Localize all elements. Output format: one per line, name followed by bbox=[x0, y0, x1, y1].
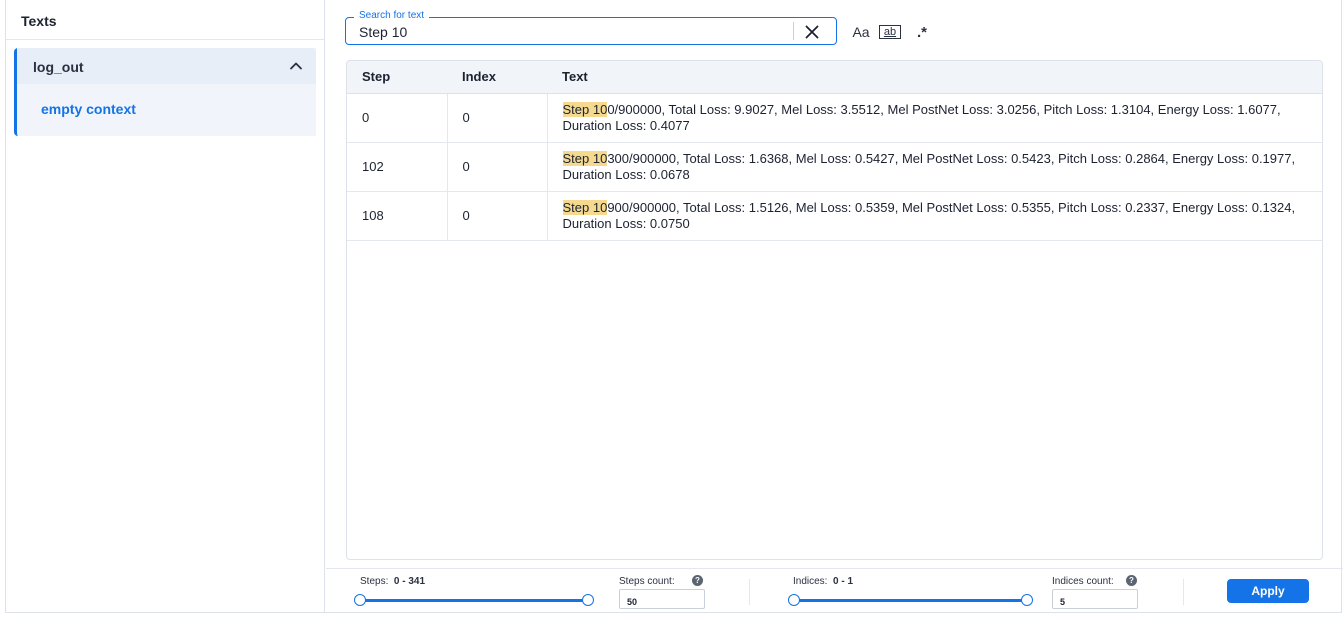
indices-range-value: 0 - 1 bbox=[833, 576, 854, 587]
cell-step: 102 bbox=[347, 142, 448, 192]
cell-step: 0 bbox=[347, 93, 448, 143]
table-row: 102 0 Step 10300/900000, Total Loss: 1.6… bbox=[347, 142, 1322, 192]
controls-footer: Steps: 0 - 341 Steps count: ? Indices: 0… bbox=[326, 568, 1343, 612]
slider-thumb-max[interactable] bbox=[582, 594, 594, 606]
cell-index: 0 bbox=[447, 142, 548, 192]
slider-track bbox=[359, 599, 589, 602]
main-panel: Search for text Aa ab .* Step Index Text bbox=[326, 0, 1343, 612]
cell-index: 0 bbox=[447, 191, 548, 241]
steps-range-value: 0 - 341 bbox=[393, 576, 426, 587]
steps-range-slider[interactable] bbox=[354, 594, 594, 606]
slider-track bbox=[793, 599, 1028, 602]
chevron-up-icon[interactable] bbox=[289, 59, 303, 73]
cell-text-rest: 900/900000, Total Loss: 1.5126, Mel Loss… bbox=[562, 199, 1296, 231]
search-input[interactable] bbox=[359, 24, 779, 40]
steps-count-input[interactable] bbox=[619, 589, 705, 609]
table-header-row: Step Index Text bbox=[347, 61, 1322, 94]
cell-text-rest: 300/900000, Total Loss: 1.6368, Mel Loss… bbox=[562, 150, 1296, 182]
table-row: 0 0 Step 100/900000, Total Loss: 9.9027,… bbox=[347, 93, 1322, 143]
divider bbox=[749, 579, 750, 605]
search-highlight: Step 10 bbox=[562, 150, 608, 166]
help-icon[interactable]: ? bbox=[692, 575, 703, 586]
steps-count-label: Steps count: bbox=[619, 576, 675, 587]
cell-text-rest: 0/900000, Total Loss: 9.9027, Mel Loss: … bbox=[562, 101, 1281, 133]
search-highlight: Step 10 bbox=[562, 101, 608, 117]
indices-count-input[interactable] bbox=[1052, 589, 1138, 609]
group-label: log_out bbox=[33, 59, 84, 75]
regex-toggle[interactable]: .* bbox=[911, 21, 933, 43]
slider-thumb-min[interactable] bbox=[354, 594, 366, 606]
group-header[interactable]: log_out bbox=[17, 48, 316, 84]
steps-label-text: Steps: bbox=[360, 576, 389, 587]
slider-thumb-min[interactable] bbox=[788, 594, 800, 606]
apply-button[interactable]: Apply bbox=[1227, 579, 1309, 603]
sidebar-group-log-out: log_out empty context bbox=[14, 48, 316, 136]
match-word-toggle[interactable]: ab bbox=[879, 25, 901, 39]
match-case-toggle[interactable]: Aa bbox=[851, 21, 871, 43]
search-highlight: Step 10 bbox=[562, 199, 608, 215]
indices-range-label: Indices: 0 - 1 bbox=[793, 576, 853, 587]
search-divider bbox=[793, 22, 794, 40]
steps-range-label: Steps: 0 - 341 bbox=[360, 576, 425, 587]
divider bbox=[1183, 579, 1184, 605]
cell-text: Step 10300/900000, Total Loss: 1.6368, M… bbox=[547, 142, 1322, 192]
sidebar-item-empty-context[interactable]: empty context bbox=[17, 84, 316, 117]
indices-label-text: Indices: bbox=[793, 576, 828, 587]
close-icon[interactable] bbox=[802, 22, 822, 42]
column-header-step[interactable]: Step bbox=[347, 61, 447, 94]
sidebar: Texts log_out empty context bbox=[6, 0, 325, 612]
cell-text: Step 10900/900000, Total Loss: 1.5126, M… bbox=[547, 191, 1322, 241]
help-icon[interactable]: ? bbox=[1126, 575, 1137, 586]
slider-thumb-max[interactable] bbox=[1021, 594, 1033, 606]
app-frame: Texts log_out empty context Search for t… bbox=[5, 0, 1343, 613]
cell-text: Step 100/900000, Total Loss: 9.9027, Mel… bbox=[547, 93, 1322, 143]
column-header-index[interactable]: Index bbox=[447, 61, 547, 94]
table-row: 108 0 Step 10900/900000, Total Loss: 1.5… bbox=[347, 191, 1322, 241]
column-header-text[interactable]: Text bbox=[547, 61, 1322, 94]
sidebar-title: Texts bbox=[6, 0, 324, 40]
indices-count-label: Indices count: bbox=[1052, 576, 1114, 587]
indices-range-slider[interactable] bbox=[788, 594, 1033, 606]
texts-table: Step Index Text 0 0 Step 100/900000, Tot… bbox=[346, 60, 1323, 560]
search-legend: Search for text bbox=[354, 10, 430, 21]
cell-index: 0 bbox=[447, 93, 548, 143]
cell-step: 108 bbox=[347, 191, 448, 241]
